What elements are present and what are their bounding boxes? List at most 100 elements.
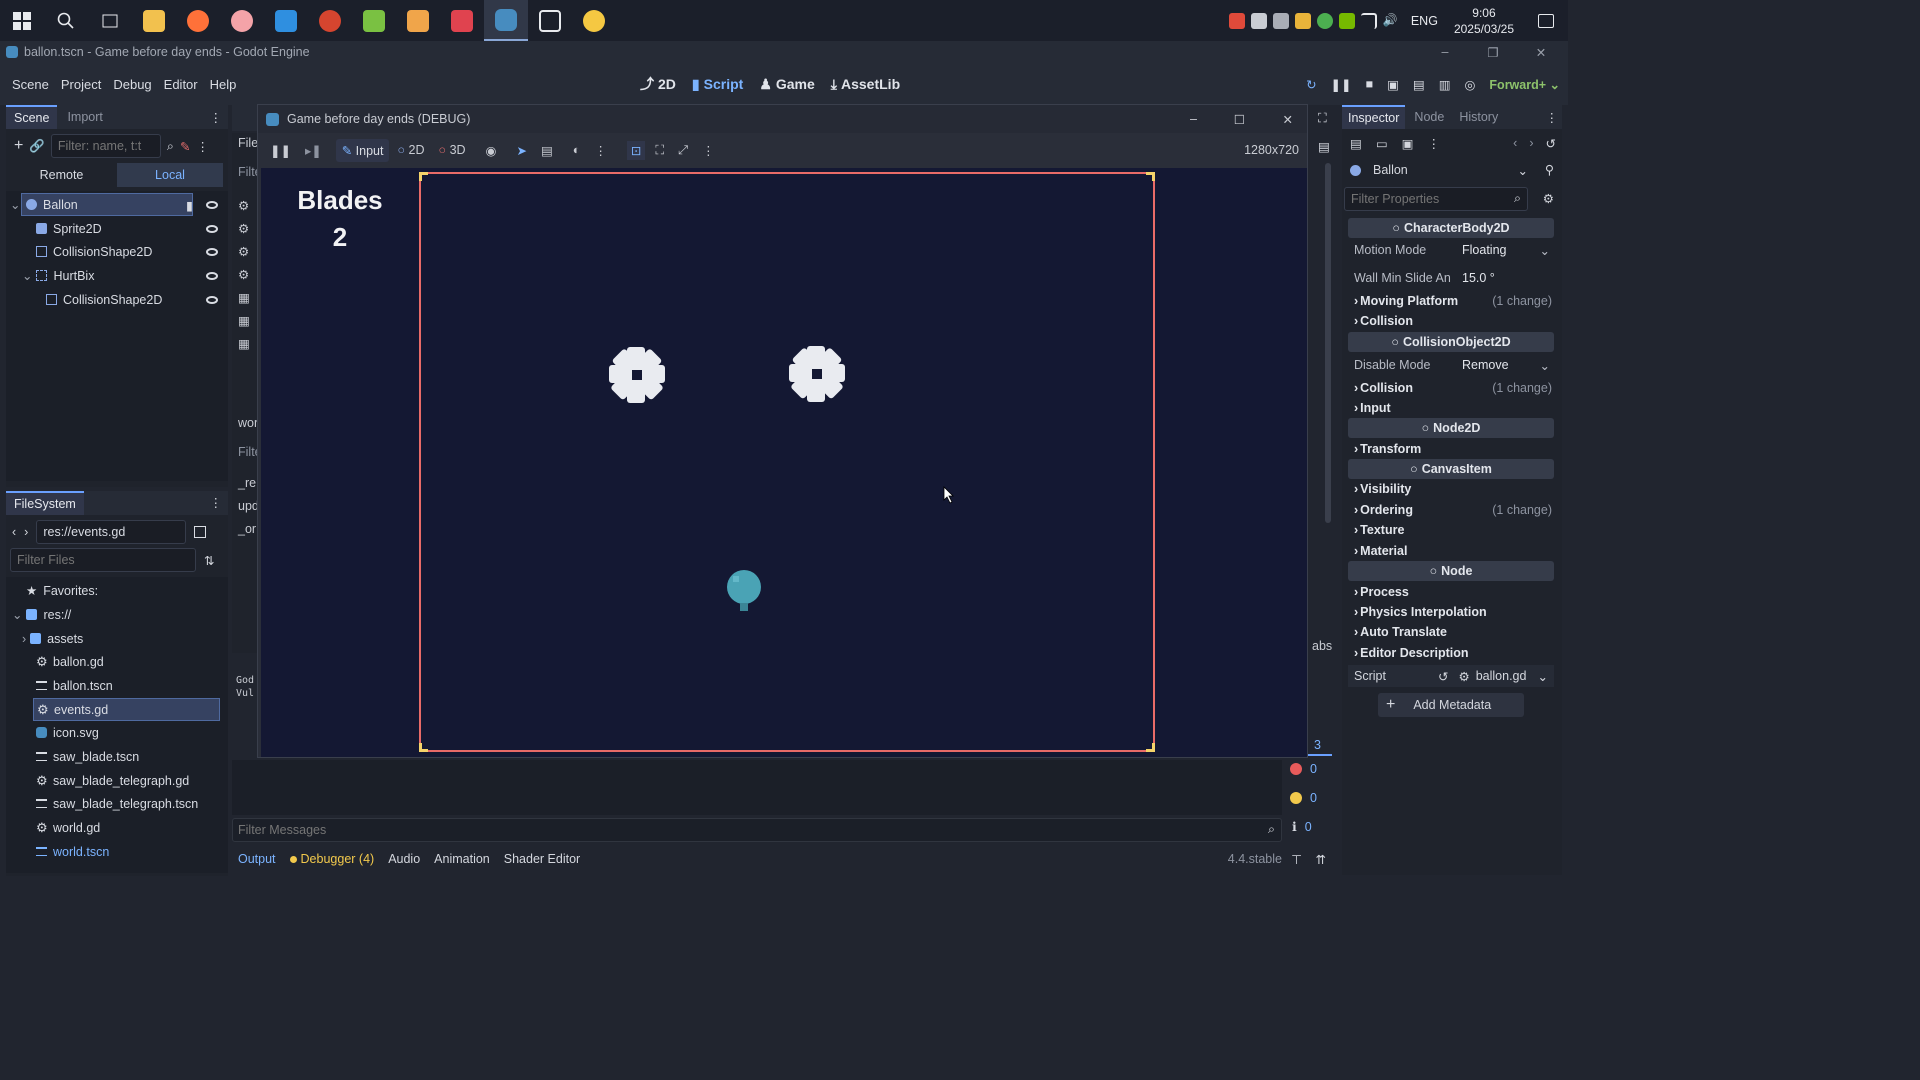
- visibility-eye-icon[interactable]: [206, 225, 218, 233]
- file-item-saw-blade-tscn[interactable]: saw_blade.tscn: [36, 745, 248, 768]
- expand-panel-icon[interactable]: ⇈: [1316, 852, 1326, 867]
- file-filter-input[interactable]: [10, 548, 196, 572]
- history-back-icon[interactable]: ‹: [1513, 136, 1517, 151]
- pin-icon[interactable]: ⊤: [1291, 852, 1302, 867]
- collapse-chevron-icon[interactable]: ⌄: [10, 197, 20, 212]
- file-item-saw-blade-telegraph-gd[interactable]: ⚙ saw_blade_telegraph.gd: [36, 769, 248, 792]
- file-item-saw-blade-telegraph-tscn[interactable]: saw_blade_telegraph.tscn: [36, 792, 248, 815]
- file-item-events-gd[interactable]: ⚙ events.gd: [33, 698, 220, 721]
- link-icon[interactable]: 🔗: [29, 139, 45, 154]
- path-field[interactable]: res://events.gd: [36, 520, 187, 544]
- workspace-2d-button[interactable]: ⤴ 2D: [632, 74, 684, 94]
- menu-help[interactable]: Help: [204, 77, 243, 92]
- method-item[interactable]: _re: [238, 476, 256, 490]
- brave-icon[interactable]: [1228, 12, 1245, 29]
- fullscreen-icon[interactable]: ⛶: [1318, 111, 1327, 126]
- editor-scrollbar[interactable]: [1325, 163, 1331, 523]
- tab-node[interactable]: Node: [1405, 106, 1453, 128]
- scene-node-collisionshape2d[interactable]: CollisionShape2D: [36, 240, 251, 263]
- game-maximize-button[interactable]: ☐: [1234, 112, 1245, 127]
- workspace-assetlib-button[interactable]: ⤓ AssetLib: [823, 74, 908, 94]
- script-file-menu[interactable]: File: [238, 136, 258, 150]
- 3d-mode-button[interactable]: ○ 3D: [439, 143, 466, 157]
- tab-debugger[interactable]: Debugger (4): [289, 852, 374, 866]
- dock-menu-icon[interactable]: ⋮: [210, 110, 223, 125]
- orange-app-icon[interactable]: [396, 0, 440, 41]
- renderer-select[interactable]: Forward+ ⌄: [1489, 77, 1560, 92]
- script-attach-icon[interactable]: ✎: [180, 139, 190, 154]
- file-item-icon-svg[interactable]: icon.svg: [36, 721, 248, 744]
- script-property-value[interactable]: ballon.gd: [1476, 669, 1527, 683]
- maximize-button[interactable]: ❐: [1470, 41, 1516, 63]
- collapse-chevron-icon[interactable]: ⌄: [22, 268, 32, 283]
- remote-debug-icon[interactable]: ▣: [1387, 77, 1399, 92]
- movie-icon[interactable]: ◎: [1465, 77, 1476, 92]
- cloud-icon[interactable]: [1272, 12, 1289, 29]
- tab-output[interactable]: Output: [238, 852, 276, 866]
- menu-project[interactable]: Project: [55, 77, 107, 92]
- file-item-world-tscn[interactable]: world.tscn: [36, 840, 248, 863]
- bird-app-icon[interactable]: [572, 0, 616, 41]
- play-scene-icon[interactable]: ▤: [1413, 77, 1425, 92]
- extra-options-icon[interactable]: ⋮: [1427, 136, 1440, 151]
- warning-filter-toggle[interactable]: 0: [1284, 791, 1332, 805]
- green-app-icon[interactable]: [352, 0, 396, 41]
- file-explorer-icon[interactable]: [132, 0, 176, 41]
- fixed-size-icon[interactable]: ⊡: [626, 140, 646, 160]
- inspector-category[interactable]: › Physics Interpolation: [1348, 602, 1554, 622]
- filter-properties-input[interactable]: [1344, 187, 1528, 211]
- close-button[interactable]: ✕: [1518, 41, 1564, 63]
- visibility-eye-icon[interactable]: [206, 201, 218, 209]
- tab-audio[interactable]: Audio: [388, 852, 420, 866]
- windows-start-icon[interactable]: [0, 0, 44, 41]
- tab-inspector[interactable]: Inspector: [1342, 105, 1406, 129]
- clock[interactable]: 9:06 2025/03/25: [1454, 5, 1514, 37]
- stop-icon[interactable]: ■: [1366, 77, 1374, 91]
- inspector-category[interactable]: › Visibility: [1348, 479, 1554, 499]
- dock-menu-icon[interactable]: ⋮: [210, 495, 223, 510]
- select-tool-icon[interactable]: ➤: [516, 143, 526, 158]
- forward-icon[interactable]: ›: [24, 525, 28, 539]
- battery-icon[interactable]: [1250, 12, 1267, 29]
- object-script-icon[interactable]: ⚲: [1545, 162, 1554, 177]
- tab-import[interactable]: Import: [57, 106, 112, 128]
- property-value[interactable]: 15.0 °: [1462, 271, 1554, 285]
- scene-filter-input[interactable]: [50, 134, 161, 158]
- search-icon[interactable]: ⌕: [1268, 822, 1275, 837]
- split-view-icon[interactable]: [194, 526, 207, 538]
- error-filter-toggle[interactable]: 0: [1284, 762, 1332, 776]
- file-item-ballon-tscn[interactable]: ballon.tscn: [36, 674, 248, 697]
- input-mode-button[interactable]: ✎ Input: [335, 138, 390, 162]
- scene-node-ballon[interactable]: ⌄ Ballon: [10, 193, 193, 216]
- inspector-category[interactable]: › Collision (1 change): [1348, 378, 1554, 398]
- list-select-icon[interactable]: ▤: [541, 143, 553, 158]
- scene-node-hurtbix[interactable]: ⌄ HurtBix: [22, 264, 237, 287]
- local-button[interactable]: Local: [117, 163, 223, 187]
- firefox-icon[interactable]: [176, 0, 220, 41]
- favorites-row[interactable]: ★ Favorites:: [26, 579, 238, 602]
- add-node-icon[interactable]: +: [14, 137, 23, 155]
- menu-debug[interactable]: Debug: [107, 77, 157, 92]
- tab-scene[interactable]: Scene: [6, 105, 58, 129]
- minimize-button[interactable]: –: [1422, 41, 1468, 63]
- inspector-category[interactable]: › Collision: [1348, 311, 1554, 331]
- property-settings-icon[interactable]: ⚙: [1543, 191, 1554, 206]
- collapse-chevron-icon[interactable]: ⌄: [12, 607, 22, 622]
- play-custom-icon[interactable]: ▥: [1439, 77, 1451, 92]
- workspace-script-button[interactable]: ▮ Script: [684, 74, 751, 94]
- app-tray-icon[interactable]: [1294, 12, 1311, 29]
- stretch-icon[interactable]: ⤢: [678, 143, 688, 158]
- next-frame-icon[interactable]: ▸❚: [305, 143, 322, 158]
- pause-icon[interactable]: ❚❚: [270, 143, 291, 158]
- chevron-down-icon[interactable]: ⌄: [1540, 243, 1550, 258]
- tab-shader-editor[interactable]: Shader Editor: [504, 852, 580, 866]
- res-root-row[interactable]: ⌄ res://: [12, 603, 224, 626]
- desktop-app-icon[interactable]: [528, 0, 572, 41]
- red-app-icon[interactable]: [308, 0, 352, 41]
- task-view-icon[interactable]: [88, 0, 132, 41]
- expand-chevron-icon[interactable]: ›: [22, 632, 26, 646]
- anime-app-icon[interactable]: [220, 0, 264, 41]
- info-filter-toggle[interactable]: ℹ0: [1284, 819, 1336, 835]
- inspector-category[interactable]: › Moving Platform (1 change): [1348, 291, 1554, 311]
- filter-search-icon[interactable]: ⌕: [167, 139, 174, 154]
